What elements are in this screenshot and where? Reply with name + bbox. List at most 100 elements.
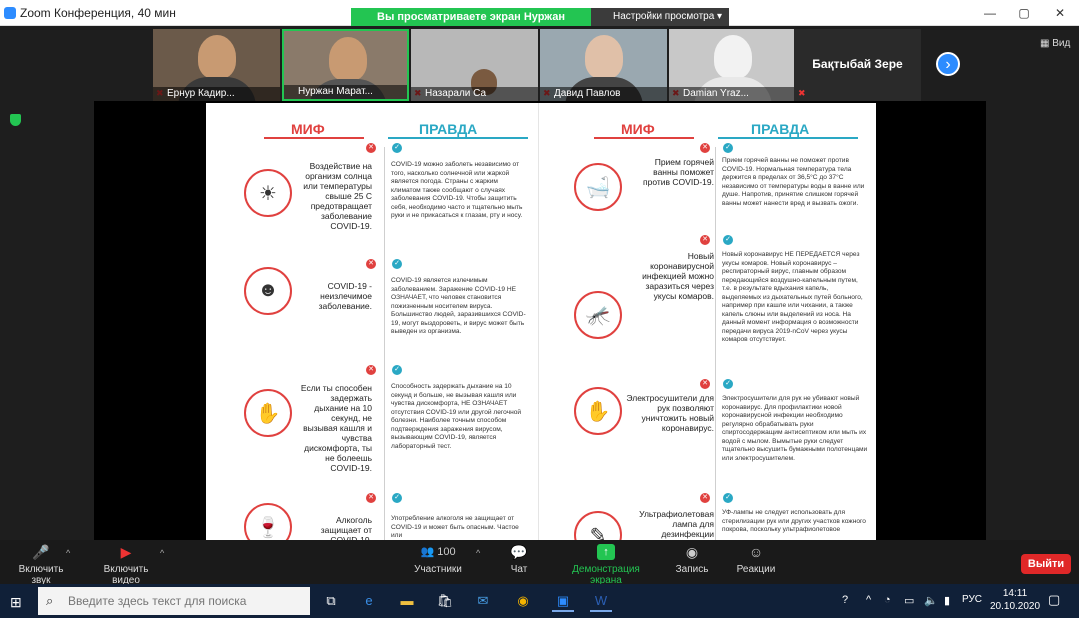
taskbar-search[interactable]: ⌕ (38, 587, 310, 615)
participant-tile[interactable]: ✖ Ернур Кадир... (153, 29, 280, 101)
myth-x-icon: ✕ (366, 259, 376, 269)
myth-x-icon: ✕ (700, 493, 710, 503)
truth-text: COVID-19 можно заболеть независимо от то… (391, 161, 523, 219)
column-separator (384, 147, 385, 541)
column-separator (715, 147, 716, 541)
participant-name: Ернур Кадир... (153, 87, 280, 101)
page-divider (538, 103, 539, 541)
security-shield-icon[interactable] (10, 114, 21, 126)
taskbar-search-input[interactable] (68, 594, 298, 608)
myth-header: МИФ (291, 121, 325, 137)
truth-check-icon: ✓ (392, 493, 402, 503)
participant-tile[interactable]: ✖ Назарали Са (411, 29, 538, 101)
help-icon[interactable]: ? (842, 594, 848, 606)
reactions-button[interactable]: ☺ Реакции (736, 544, 776, 575)
maximize-button[interactable]: ▢ (1014, 6, 1034, 20)
unmute-label: Включить звук (18, 564, 64, 586)
uv-lamp-icon: ✎ (574, 511, 622, 541)
taskbar-clock[interactable]: 14:11 20.10.2020 (990, 587, 1040, 613)
participants-button[interactable]: 👥 100 Участники (410, 544, 466, 575)
chrome-icon[interactable]: ◉ (512, 590, 534, 612)
tray-overflow-icon[interactable]: ^ (866, 594, 871, 606)
truth-check-icon: ✓ (723, 143, 733, 153)
reactions-label: Реакции (736, 564, 776, 575)
participant-tile[interactable]: ✖ Damian Yraz... (669, 29, 796, 101)
participant-name: Бақтыбай Зере (812, 57, 903, 71)
participant-video (585, 35, 623, 79)
close-button[interactable]: ✕ (1050, 6, 1070, 20)
zoom-taskbar-icon[interactable]: ▣ (552, 590, 574, 612)
participants-options-caret[interactable]: ^ (476, 548, 480, 558)
truth-text: Прием горячей ванны не поможет против CO… (722, 157, 865, 207)
participants-icon: 👥 100 (420, 546, 456, 558)
truth-check-icon: ✓ (392, 259, 402, 269)
myth-text: Электросушители для рук позволяют уничто… (626, 393, 714, 433)
file-explorer-icon[interactable]: ▬ (396, 590, 418, 612)
virus-person-icon: ☻ (244, 267, 292, 315)
record-button[interactable]: ◉ Запись (674, 544, 710, 575)
truth-header-underline (388, 137, 528, 139)
view-options-label: Настройки просмотра (613, 11, 715, 22)
start-video-button[interactable]: ▶ Включить видео (90, 544, 162, 586)
participant-name: Давид Павлов (540, 87, 667, 101)
myth-x-icon: ✕ (366, 493, 376, 503)
next-participants-button[interactable]: › (936, 52, 960, 76)
participant-video (329, 37, 367, 81)
window-title: Zoom Конференция, 40 мин (20, 6, 176, 20)
language-indicator[interactable]: РУС (962, 594, 982, 605)
truth-text: УФ-лампы не следует использовать для сте… (722, 509, 866, 533)
unmute-button[interactable]: 🎤 Включить звук (8, 544, 74, 586)
participants-count: 100 (437, 546, 456, 558)
myth-text: Новый коронавирусной инфекцией можно зар… (642, 251, 714, 301)
edge-browser-icon[interactable]: e (358, 590, 380, 612)
participant-video (198, 35, 236, 79)
participant-tile-active-speaker[interactable]: Нуржан Марат... (282, 29, 409, 101)
share-screen-label: Демонстрация экрана (572, 564, 640, 586)
record-label: Запись (675, 564, 709, 575)
word-icon[interactable]: W (590, 590, 612, 612)
volume-icon[interactable]: 🔈 (924, 594, 938, 607)
participant-tile-no-video[interactable]: Бақтыбай Зере ✖ (794, 29, 921, 101)
view-button[interactable]: ▦ Вид (1040, 38, 1070, 49)
myth-x-icon: ✕ (366, 365, 376, 375)
truth-check-icon: ✓ (723, 379, 733, 389)
share-screen-icon: ↑ (597, 544, 615, 560)
screen-share-banner: Вы просматриваете экран Нуржан Маратович (351, 8, 591, 41)
truth-text: Способность задержать дыхание на 10 секу… (391, 383, 522, 450)
participant-tile[interactable]: ✖ Давид Павлов (540, 29, 667, 101)
bottle-icon: 🍷 (244, 503, 292, 541)
myth-x-icon: ✕ (700, 143, 710, 153)
view-options-button[interactable]: Настройки просмотра ▾ (591, 8, 729, 26)
myth-header: МИФ (621, 121, 655, 137)
tray-app-icon[interactable]: ◔ (884, 594, 891, 606)
store-icon[interactable]: 🛍 (434, 590, 456, 612)
myth-text: Прием горячей ванны поможет против COVID… (643, 157, 714, 187)
task-view-icon[interactable]: ⧉ (320, 590, 342, 612)
participant-name: Нуржан Марат... (284, 85, 407, 99)
share-screen-button[interactable]: ↑ Демонстрация экрана (556, 544, 656, 586)
shared-document: МИФ ПРАВДА ✕ ✓ ☀ Воздействие на организм… (206, 103, 876, 541)
myth-x-icon: ✕ (700, 379, 710, 389)
audio-options-caret[interactable]: ^ (66, 548, 70, 558)
truth-check-icon: ✓ (392, 143, 402, 153)
view-button-label: Вид (1052, 38, 1071, 49)
leave-meeting-button[interactable]: Выйти (1021, 554, 1071, 574)
meeting-toolbar: 🎤 Включить звук ^ ▶ Включить видео ^ 👥 1… (0, 540, 1079, 586)
truth-text: Употребление алкоголя не защищает от COV… (391, 515, 519, 539)
notification-icon[interactable]: ▢ (1048, 592, 1060, 608)
clock-time: 14:11 (1002, 588, 1028, 599)
mail-icon[interactable]: ✉ (472, 590, 494, 612)
camera-off-icon: ▶ (120, 544, 132, 560)
truth-check-icon: ✓ (723, 493, 733, 503)
truth-text: COVID-19 является излечимым заболеванием… (391, 277, 526, 335)
chat-button[interactable]: 💬 Чат (506, 544, 532, 575)
myth-text: Воздействие на организм солнца или темпе… (303, 161, 372, 231)
minimize-button[interactable]: — (980, 6, 1000, 20)
zoom-logo-icon (4, 7, 16, 19)
bathtub-icon: 🛁 (574, 163, 622, 211)
windows-start-icon[interactable]: ⊞ (10, 594, 22, 611)
battery-icon[interactable]: ▮ (944, 594, 950, 607)
network-icon[interactable]: ▭ (904, 594, 914, 607)
truth-check-icon: ✓ (392, 365, 402, 375)
video-options-caret[interactable]: ^ (160, 548, 164, 558)
